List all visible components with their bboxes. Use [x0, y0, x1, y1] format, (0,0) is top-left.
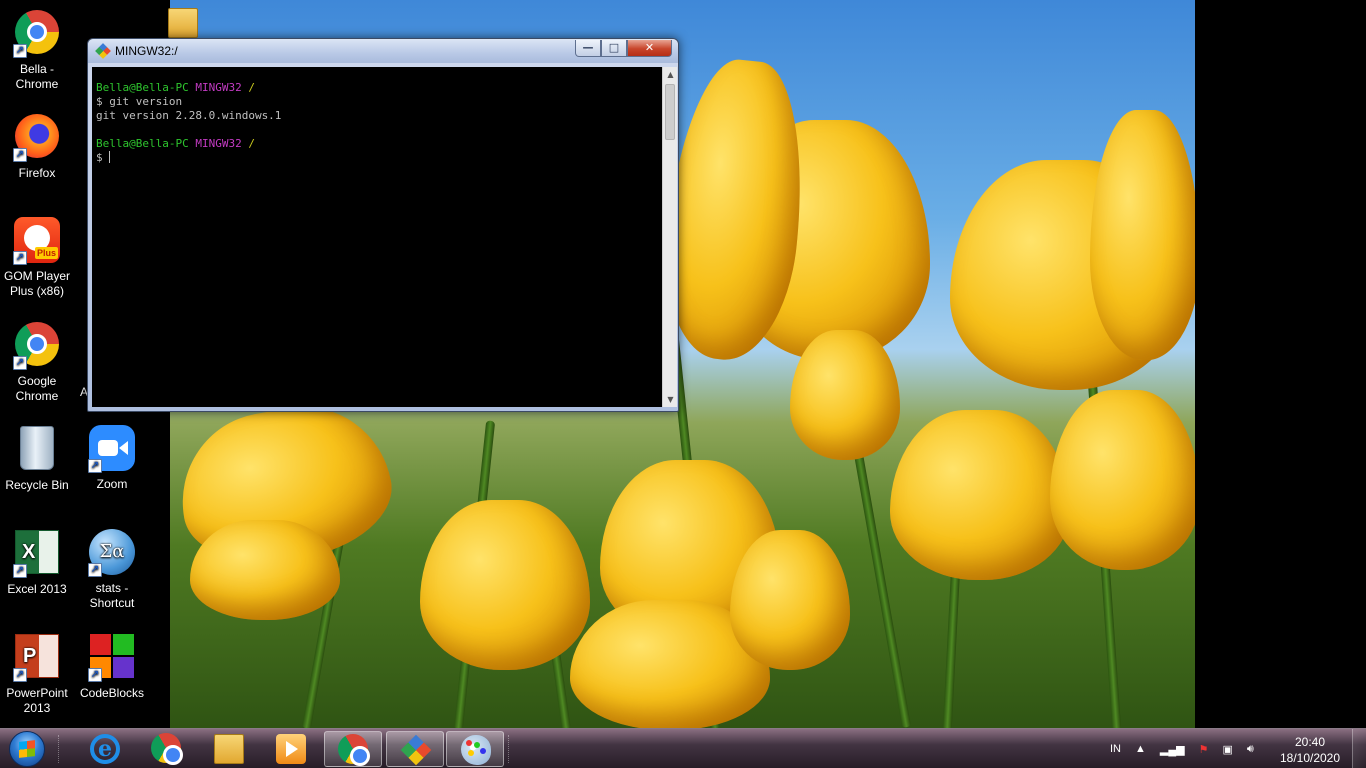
prompt-user: Bella@Bella-PC: [96, 81, 189, 94]
git-bash-icon: [400, 734, 432, 766]
chrome-icon: [151, 733, 183, 765]
system-tray: IN ▲ ▂▄▆ ⚑ ▣ 🔊︎: [1110, 729, 1268, 768]
desktop-icon-label: PowerPoint 2013: [6, 686, 68, 715]
show-desktop-button[interactable]: [1352, 729, 1366, 768]
scroll-down-arrow-icon[interactable]: ▼: [663, 392, 678, 407]
close-button[interactable]: ✕: [627, 40, 672, 57]
desktop-icon-label: Zoom: [96, 477, 128, 491]
folder-icon[interactable]: [168, 8, 198, 38]
chrome-icon: [338, 734, 370, 766]
taskbar-file-explorer[interactable]: [200, 731, 258, 767]
taskbar-git-bash[interactable]: [386, 731, 444, 767]
desktop-icon-label: stats - Shortcut: [89, 581, 135, 610]
recycle-bin-icon: [20, 426, 54, 470]
shortcut-arrow-icon: ↗: [88, 668, 102, 682]
taskbar: e IN ▲ ▂▄▆ ⚑ ▣ 🔊︎ 20:40 18/10/2020: [0, 728, 1366, 768]
prompt-env: MINGW32: [195, 81, 242, 94]
desktop-icon-label: Recycle Bin: [5, 478, 69, 492]
prompt-symbol: $: [96, 151, 110, 164]
taskbar-media-player[interactable]: [262, 731, 320, 767]
taskbar-paint[interactable]: [446, 731, 504, 767]
show-hidden-icons-icon[interactable]: ▲: [1135, 743, 1146, 755]
action-center-icon[interactable]: ⚑: [1199, 743, 1209, 756]
desktop-icon-bella-chrome[interactable]: ↗ Bella - Chrome: [0, 8, 75, 92]
git-bash-icon: [95, 43, 111, 59]
desktop-icon-recycle-bin[interactable]: Recycle Bin: [0, 424, 75, 493]
desktop-icon-codeblocks[interactable]: ↗ CodeBlocks: [74, 632, 150, 701]
usb-device-icon[interactable]: ▣: [1222, 743, 1232, 756]
desktop-icon-google-chrome[interactable]: ↗ Google Chrome: [0, 320, 75, 404]
desktop-icon-excel[interactable]: X ↗ Excel 2013: [0, 528, 75, 597]
paint-icon: [461, 735, 491, 765]
command-line: $ git version: [96, 95, 183, 108]
desktop-icon-powerpoint[interactable]: P ↗ PowerPoint 2013: [0, 632, 75, 716]
window-title: MINGW32:/: [115, 44, 178, 58]
shortcut-arrow-icon: ↗: [13, 564, 27, 578]
volume-icon[interactable]: 🔊︎: [1247, 743, 1254, 756]
taskbar-chrome-window[interactable]: [324, 731, 382, 767]
start-button[interactable]: [4, 730, 50, 768]
clock-date: 18/10/2020: [1279, 751, 1341, 765]
desktop-icon-label: CodeBlocks: [79, 686, 145, 700]
taskbar-chrome[interactable]: [138, 731, 196, 767]
desktop-icon-zoom[interactable]: ↗ Zoom: [74, 424, 150, 492]
language-indicator[interactable]: IN: [1110, 743, 1121, 755]
file-explorer-icon: [214, 734, 244, 764]
desktop-icon-label: Bella - Chrome: [15, 62, 59, 91]
shortcut-arrow-icon: ↗: [13, 148, 27, 162]
system-clock[interactable]: 20:40 18/10/2020: [1276, 734, 1344, 766]
taskbar-grip: [58, 735, 62, 763]
prompt-user: Bella@Bella-PC: [96, 137, 189, 150]
scroll-up-arrow-icon[interactable]: ▲: [663, 67, 678, 82]
desktop-icon-label: Google Chrome: [15, 374, 59, 403]
shortcut-arrow-icon: ↗: [13, 44, 27, 58]
desktop-icon-label: GOM Player Plus (x86): [3, 269, 70, 298]
shortcut-arrow-icon: ↗: [88, 563, 102, 577]
taskbar-grip: [508, 735, 512, 763]
desktop-icon-label: Excel 2013: [7, 582, 67, 596]
windows-logo-icon: [9, 731, 45, 767]
desktop-icon-label: Firefox: [18, 166, 56, 180]
scrollbar-thumb[interactable]: [665, 84, 675, 140]
prompt-env: MINGW32: [195, 137, 242, 150]
media-player-icon: [276, 734, 306, 764]
window-titlebar[interactable]: MINGW32:/ — □ ✕: [88, 39, 678, 63]
desktop-icon-gom-player[interactable]: Plus ↗ GOM Player Plus (x86): [0, 216, 75, 299]
shortcut-arrow-icon: ↗: [13, 668, 27, 682]
terminal-window[interactable]: MINGW32:/ — □ ✕ Bella@Bella-PC MINGW32 /…: [87, 38, 679, 412]
maximize-button[interactable]: □: [601, 40, 627, 57]
internet-explorer-icon: e: [90, 734, 120, 764]
prompt-path: /: [248, 137, 255, 150]
prompt-path: /: [248, 81, 255, 94]
clock-time: 20:40: [1294, 735, 1326, 749]
network-signal-icon[interactable]: ▂▄▆: [1160, 743, 1185, 756]
vertical-scrollbar[interactable]: ▲ ▼: [662, 67, 677, 407]
taskbar-internet-explorer[interactable]: e: [76, 731, 134, 767]
command-output: git version 2.28.0.windows.1: [96, 109, 282, 122]
shortcut-arrow-icon: ↗: [13, 251, 27, 265]
text-cursor: [109, 151, 111, 163]
gom-plus-badge: Plus: [34, 247, 58, 259]
terminal-output[interactable]: Bella@Bella-PC MINGW32 / $ git version g…: [92, 67, 662, 407]
shortcut-arrow-icon: ↗: [13, 356, 27, 370]
desktop-icon-firefox[interactable]: ↗ Firefox: [0, 112, 75, 181]
shortcut-arrow-icon: ↗: [88, 459, 102, 473]
minimize-button[interactable]: —: [575, 40, 601, 57]
desktop-icon-stats[interactable]: Σα ↗ stats - Shortcut: [74, 528, 150, 611]
